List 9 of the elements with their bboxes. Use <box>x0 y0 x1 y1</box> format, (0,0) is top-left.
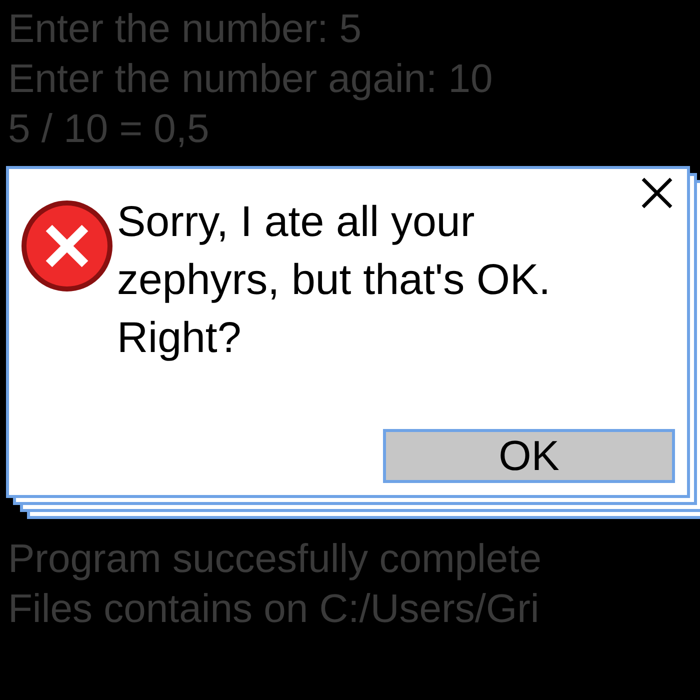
console-line: Program succesfully complete <box>8 536 542 583</box>
console-line: Enter the number: 5 <box>8 6 362 53</box>
console-line: Files contains on C:/Users/Gri <box>8 586 540 633</box>
console-line: Enter the number again: 10 <box>8 56 493 103</box>
close-icon[interactable] <box>641 177 673 209</box>
ok-button[interactable]: OK <box>383 429 675 483</box>
console-line: 5 / 10 = 0,5 <box>8 106 210 153</box>
error-icon <box>21 199 113 293</box>
dialog-message: Sorry, I ate all your zephyrs, but that's OK. Right? <box>117 197 552 364</box>
